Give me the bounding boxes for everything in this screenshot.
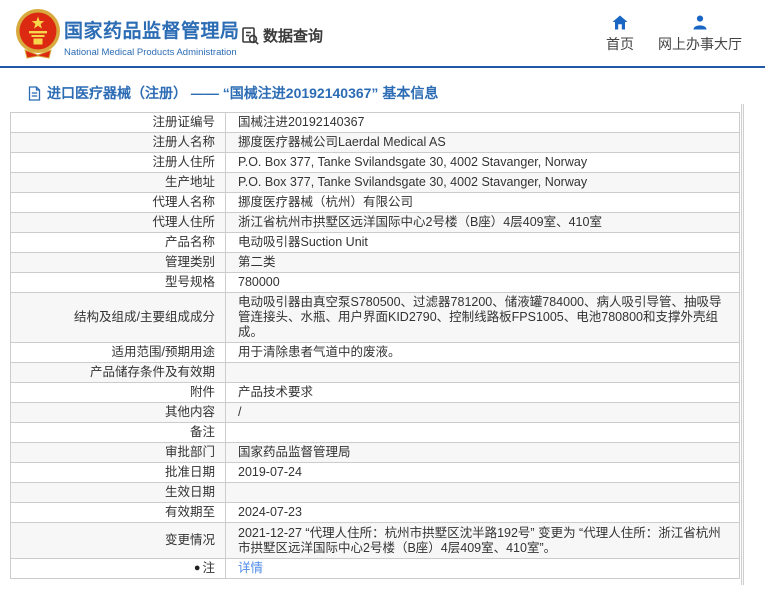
row-value: 780000 — [226, 273, 739, 292]
document-icon — [28, 86, 41, 101]
row-value: 浙江省杭州市拱墅区远洋国际中心2号楼（B座）4层409室、410室 — [226, 213, 739, 232]
table-row: 代理人住所浙江省杭州市拱墅区远洋国际中心2号楼（B座）4层409室、410室 — [11, 213, 739, 233]
table-row: 其他内容/ — [11, 403, 739, 423]
note-icon: ● — [194, 561, 201, 576]
details-link[interactable]: 详情 — [238, 561, 263, 576]
data-query-label: 数据查询 — [263, 25, 323, 46]
person-icon — [692, 15, 708, 30]
table-row: ●注详情 — [11, 559, 739, 579]
agency-name-en: National Medical Products Administration — [64, 47, 240, 58]
nav-home[interactable]: 首页 — [597, 15, 643, 54]
row-value: 2024-07-23 — [226, 503, 739, 522]
table-row: 产品名称电动吸引器Suction Unit — [11, 233, 739, 253]
row-label: 适用范围/预期用途 — [11, 343, 226, 362]
nmpa-device-registration-page: 国家药品监督管理局 National Medical Products Admi… — [0, 0, 765, 591]
row-label: 其他内容 — [11, 403, 226, 422]
row-value: 国械注进20192140367 — [226, 113, 739, 132]
row-label: 注册证编号 — [11, 113, 226, 132]
agency-title-block: 国家药品监督管理局 National Medical Products Admi… — [64, 16, 240, 58]
table-row: 结构及组成/主要组成成分电动吸引器由真空泵S780500、过滤器781200、储… — [11, 293, 739, 343]
row-label: 代理人住所 — [11, 213, 226, 232]
table-row: 批准日期2019-07-24 — [11, 463, 739, 483]
page-title: 进口医疗器械（注册） —— “国械注进20192140367” 基本信息 — [28, 83, 438, 103]
table-row: 有效期至2024-07-23 — [11, 503, 739, 523]
nav-home-label: 首页 — [606, 34, 634, 54]
row-value: P.O. Box 377, Tanke Svilandsgate 30, 400… — [226, 153, 739, 172]
row-value: 用于清除患者气道中的废液。 — [226, 343, 739, 362]
info-table: 注册证编号国械注进20192140367注册人名称挪度医疗器械公司Laerdal… — [10, 112, 740, 579]
scrollbar[interactable] — [741, 104, 744, 585]
row-label: 附件 — [11, 383, 226, 402]
row-value: / — [226, 403, 739, 422]
row-label: 代理人名称 — [11, 193, 226, 212]
row-value: 挪度医疗器械（杭州）有限公司 — [226, 193, 739, 212]
row-value: 国家药品监督管理局 — [226, 443, 739, 462]
row-value: 电动吸引器由真空泵S780500、过滤器781200、储液罐784000、病人吸… — [226, 293, 739, 342]
table-row: 注册人住所P.O. Box 377, Tanke Svilandsgate 30… — [11, 153, 739, 173]
row-label: 注册人名称 — [11, 133, 226, 152]
row-value — [226, 423, 739, 442]
row-value — [226, 483, 739, 502]
row-label: 结构及组成/主要组成成分 — [11, 293, 226, 342]
agency-name-cn: 国家药品监督管理局 — [64, 16, 240, 43]
table-row: 附件产品技术要求 — [11, 383, 739, 403]
row-value: 2019-07-24 — [226, 463, 739, 482]
table-row: 生产地址P.O. Box 377, Tanke Svilandsgate 30,… — [11, 173, 739, 193]
nav-online-service-hall[interactable]: 网上办事大厅 — [652, 15, 748, 54]
data-query-icon — [240, 26, 260, 46]
table-row: 备注 — [11, 423, 739, 443]
row-label: 注册人住所 — [11, 153, 226, 172]
row-value: 2021-12-27 “代理人住所：杭州市拱墅区沈半路192号” 变更为 “代理… — [226, 523, 739, 558]
table-row: 产品储存条件及有效期 — [11, 363, 739, 383]
row-value: 产品技术要求 — [226, 383, 739, 402]
table-row: 注册人名称挪度医疗器械公司Laerdal Medical AS — [11, 133, 739, 153]
row-value: P.O. Box 377, Tanke Svilandsgate 30, 400… — [226, 173, 739, 192]
row-label: ●注 — [11, 559, 226, 578]
row-value: 详情 — [226, 559, 739, 578]
row-label: 生产地址 — [11, 173, 226, 192]
row-label: 备注 — [11, 423, 226, 442]
home-icon — [612, 15, 628, 30]
row-label: 有效期至 — [11, 503, 226, 522]
row-label: 产品储存条件及有效期 — [11, 363, 226, 382]
page-title-text: 进口医疗器械（注册） —— “国械注进20192140367” 基本信息 — [47, 83, 438, 103]
table-row: 生效日期 — [11, 483, 739, 503]
table-row: 注册证编号国械注进20192140367 — [11, 113, 739, 133]
table-row: 适用范围/预期用途用于清除患者气道中的废液。 — [11, 343, 739, 363]
site-header: 国家药品监督管理局 National Medical Products Admi… — [0, 0, 765, 66]
table-row: 管理类别第二类 — [11, 253, 739, 273]
header-divider — [0, 66, 765, 68]
row-label: 产品名称 — [11, 233, 226, 252]
row-label: 变更情况 — [11, 523, 226, 558]
table-row: 型号规格780000 — [11, 273, 739, 293]
data-query-button[interactable]: 数据查询 — [240, 25, 323, 46]
row-label: 生效日期 — [11, 483, 226, 502]
row-label: 批准日期 — [11, 463, 226, 482]
row-value: 挪度医疗器械公司Laerdal Medical AS — [226, 133, 739, 152]
table-row: 审批部门国家药品监督管理局 — [11, 443, 739, 463]
table-row: 代理人名称挪度医疗器械（杭州）有限公司 — [11, 193, 739, 213]
row-value: 第二类 — [226, 253, 739, 272]
nav-hall-label: 网上办事大厅 — [658, 34, 742, 54]
table-row: 变更情况2021-12-27 “代理人住所：杭州市拱墅区沈半路192号” 变更为… — [11, 523, 739, 559]
row-label: 管理类别 — [11, 253, 226, 272]
row-value — [226, 363, 739, 382]
row-label: 型号规格 — [11, 273, 226, 292]
national-emblem-logo — [15, 8, 61, 60]
row-label: 审批部门 — [11, 443, 226, 462]
row-value: 电动吸引器Suction Unit — [226, 233, 739, 252]
